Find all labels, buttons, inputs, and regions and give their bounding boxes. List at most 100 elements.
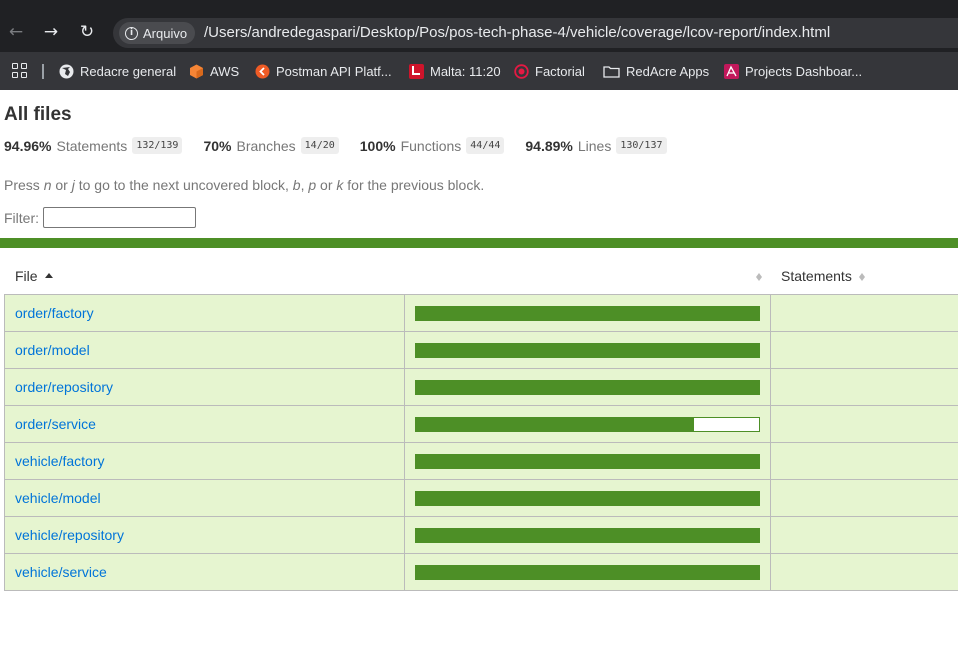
coverage-bar: [415, 528, 760, 543]
file-link[interactable]: order/factory: [15, 305, 94, 321]
coverage-bar-cell: [405, 480, 771, 516]
coverage-bar-fill: [416, 344, 759, 357]
file-link[interactable]: vehicle/factory: [15, 453, 104, 469]
summary-branches: 70% Branches 14/20: [203, 137, 339, 154]
bookmark-label: AWS: [210, 63, 240, 79]
table-row: vehicle/repository: [4, 517, 958, 554]
site-info-chip[interactable]: i Arquivo: [119, 22, 196, 44]
folder-icon: [603, 64, 620, 79]
coverage-bar: [415, 454, 760, 469]
globe-icon: [59, 64, 74, 79]
back-arrow-icon: ←: [8, 22, 24, 42]
bookmark-projects-dashboard[interactable]: Projects Dashboar...: [724, 62, 862, 80]
bookmark-label: Malta: 11:20: [430, 63, 501, 79]
summary-fraction: 44/44: [466, 137, 505, 154]
back-button[interactable]: ←: [7, 22, 25, 42]
coverage-status-bar: [0, 238, 958, 248]
coverage-summary: 94.96% Statements 132/139 70% Branches 1…: [4, 137, 688, 154]
keyboard-hint: Press n or j to go to the next uncovered…: [4, 177, 484, 193]
bookmark-aws[interactable]: AWS: [189, 62, 239, 80]
coverage-bar-cell: [405, 554, 771, 590]
file-cell: vehicle/factory: [4, 443, 405, 479]
coverage-bar-fill: [416, 455, 759, 468]
info-icon: i: [125, 26, 138, 40]
file-cell: vehicle/service: [4, 554, 405, 590]
file-cell: order/model: [4, 332, 405, 368]
column-header-pic[interactable]: [749, 264, 764, 288]
table-row: vehicle/model: [4, 480, 958, 517]
coverage-bar: [415, 343, 760, 358]
coverage-bar-cell: [405, 517, 771, 553]
file-cell: vehicle/model: [4, 480, 405, 516]
summary-functions: 100% Functions 44/44: [360, 137, 505, 154]
hint-text: or: [51, 177, 72, 193]
file-cell: order/repository: [4, 369, 405, 405]
column-header-statements[interactable]: Statements: [781, 264, 867, 288]
forward-arrow-icon: →: [43, 22, 59, 42]
column-header-file[interactable]: File: [15, 264, 53, 288]
factorial-icon: [514, 63, 529, 79]
sort-icon: [755, 270, 764, 282]
coverage-bar: [415, 417, 760, 432]
site-info-label: Arquivo: [143, 25, 188, 41]
summary-pct: 70%: [203, 137, 232, 154]
browser-toolbar: ← → ↻ i Arquivo /Users/andredegaspari/De…: [0, 0, 958, 52]
table-row: order/factory: [4, 295, 958, 332]
filter-label: Filter:: [4, 209, 39, 226]
coverage-bar: [415, 565, 760, 580]
bookmarks-bar: Redacre general AWS Postman API Platf...…: [0, 52, 958, 90]
coverage-table: order/factory order/model order/repository…: [4, 294, 958, 591]
table-row: order/repository: [4, 369, 958, 406]
bookmark-postman[interactable]: Postman API Platf...: [255, 62, 392, 80]
bookmark-malta[interactable]: Malta: 11:20: [409, 62, 501, 80]
column-header-label: File: [15, 268, 38, 284]
coverage-bar-cell: [405, 406, 771, 442]
coverage-bar: [415, 380, 760, 395]
bookmark-label: Redacre general: [80, 63, 177, 79]
file-link[interactable]: order/repository: [15, 379, 113, 395]
coverage-bar-fill: [416, 529, 759, 542]
summary-label: Branches: [236, 137, 296, 154]
hint-text: Press: [4, 177, 44, 193]
projects-icon: [724, 63, 739, 79]
coverage-bar: [415, 491, 760, 506]
reload-button[interactable]: ↻: [78, 22, 96, 42]
bookmark-redacre-apps[interactable]: RedAcre Apps: [603, 62, 709, 80]
file-link[interactable]: vehicle/service: [15, 564, 107, 580]
bookmarks-separator: [42, 64, 44, 79]
address-bar[interactable]: i Arquivo /Users/andredegaspari/Desktop/…: [113, 18, 958, 48]
hint-key: b: [292, 177, 301, 193]
malta-flag-icon: [409, 63, 424, 79]
apps-grid-icon[interactable]: [12, 63, 27, 78]
bookmark-redacre-general[interactable]: Redacre general: [59, 62, 176, 80]
file-link[interactable]: vehicle/repository: [15, 527, 124, 543]
column-header-label: Statements: [781, 268, 852, 284]
coverage-bar-cell: [405, 295, 771, 331]
coverage-bar-cell: [405, 332, 771, 368]
coverage-bar-cell: [405, 369, 771, 405]
coverage-bar-fill: [416, 492, 759, 505]
forward-button[interactable]: →: [42, 22, 60, 42]
file-cell: order/service: [4, 406, 405, 442]
bookmark-label: Postman API Platf...: [276, 63, 392, 79]
summary-label: Statements: [56, 137, 128, 154]
table-row: order/service: [4, 406, 958, 443]
summary-pct: 94.96%: [4, 137, 52, 154]
url-text[interactable]: /Users/andredegaspari/Desktop/Pos/pos-te…: [204, 24, 830, 41]
summary-pct: 94.89%: [525, 137, 573, 154]
coverage-bar-fill: [416, 307, 759, 320]
file-link[interactable]: order/service: [15, 416, 96, 432]
summary-pct: 100%: [359, 137, 396, 154]
bookmark-label: Factorial: [535, 63, 585, 79]
table-row: order/model: [4, 332, 958, 369]
filter-group: Filter:: [4, 207, 196, 228]
summary-fraction: 132/139: [132, 137, 183, 154]
bookmark-factorial[interactable]: Factorial: [514, 62, 585, 80]
file-cell: order/factory: [4, 295, 405, 331]
hint-text: for the previous block.: [343, 177, 485, 193]
bookmark-label: RedAcre Apps: [626, 63, 710, 79]
summary-fraction: 14/20: [300, 137, 339, 154]
file-link[interactable]: order/model: [15, 342, 90, 358]
filter-input[interactable]: [43, 207, 196, 228]
file-link[interactable]: vehicle/model: [15, 490, 101, 506]
